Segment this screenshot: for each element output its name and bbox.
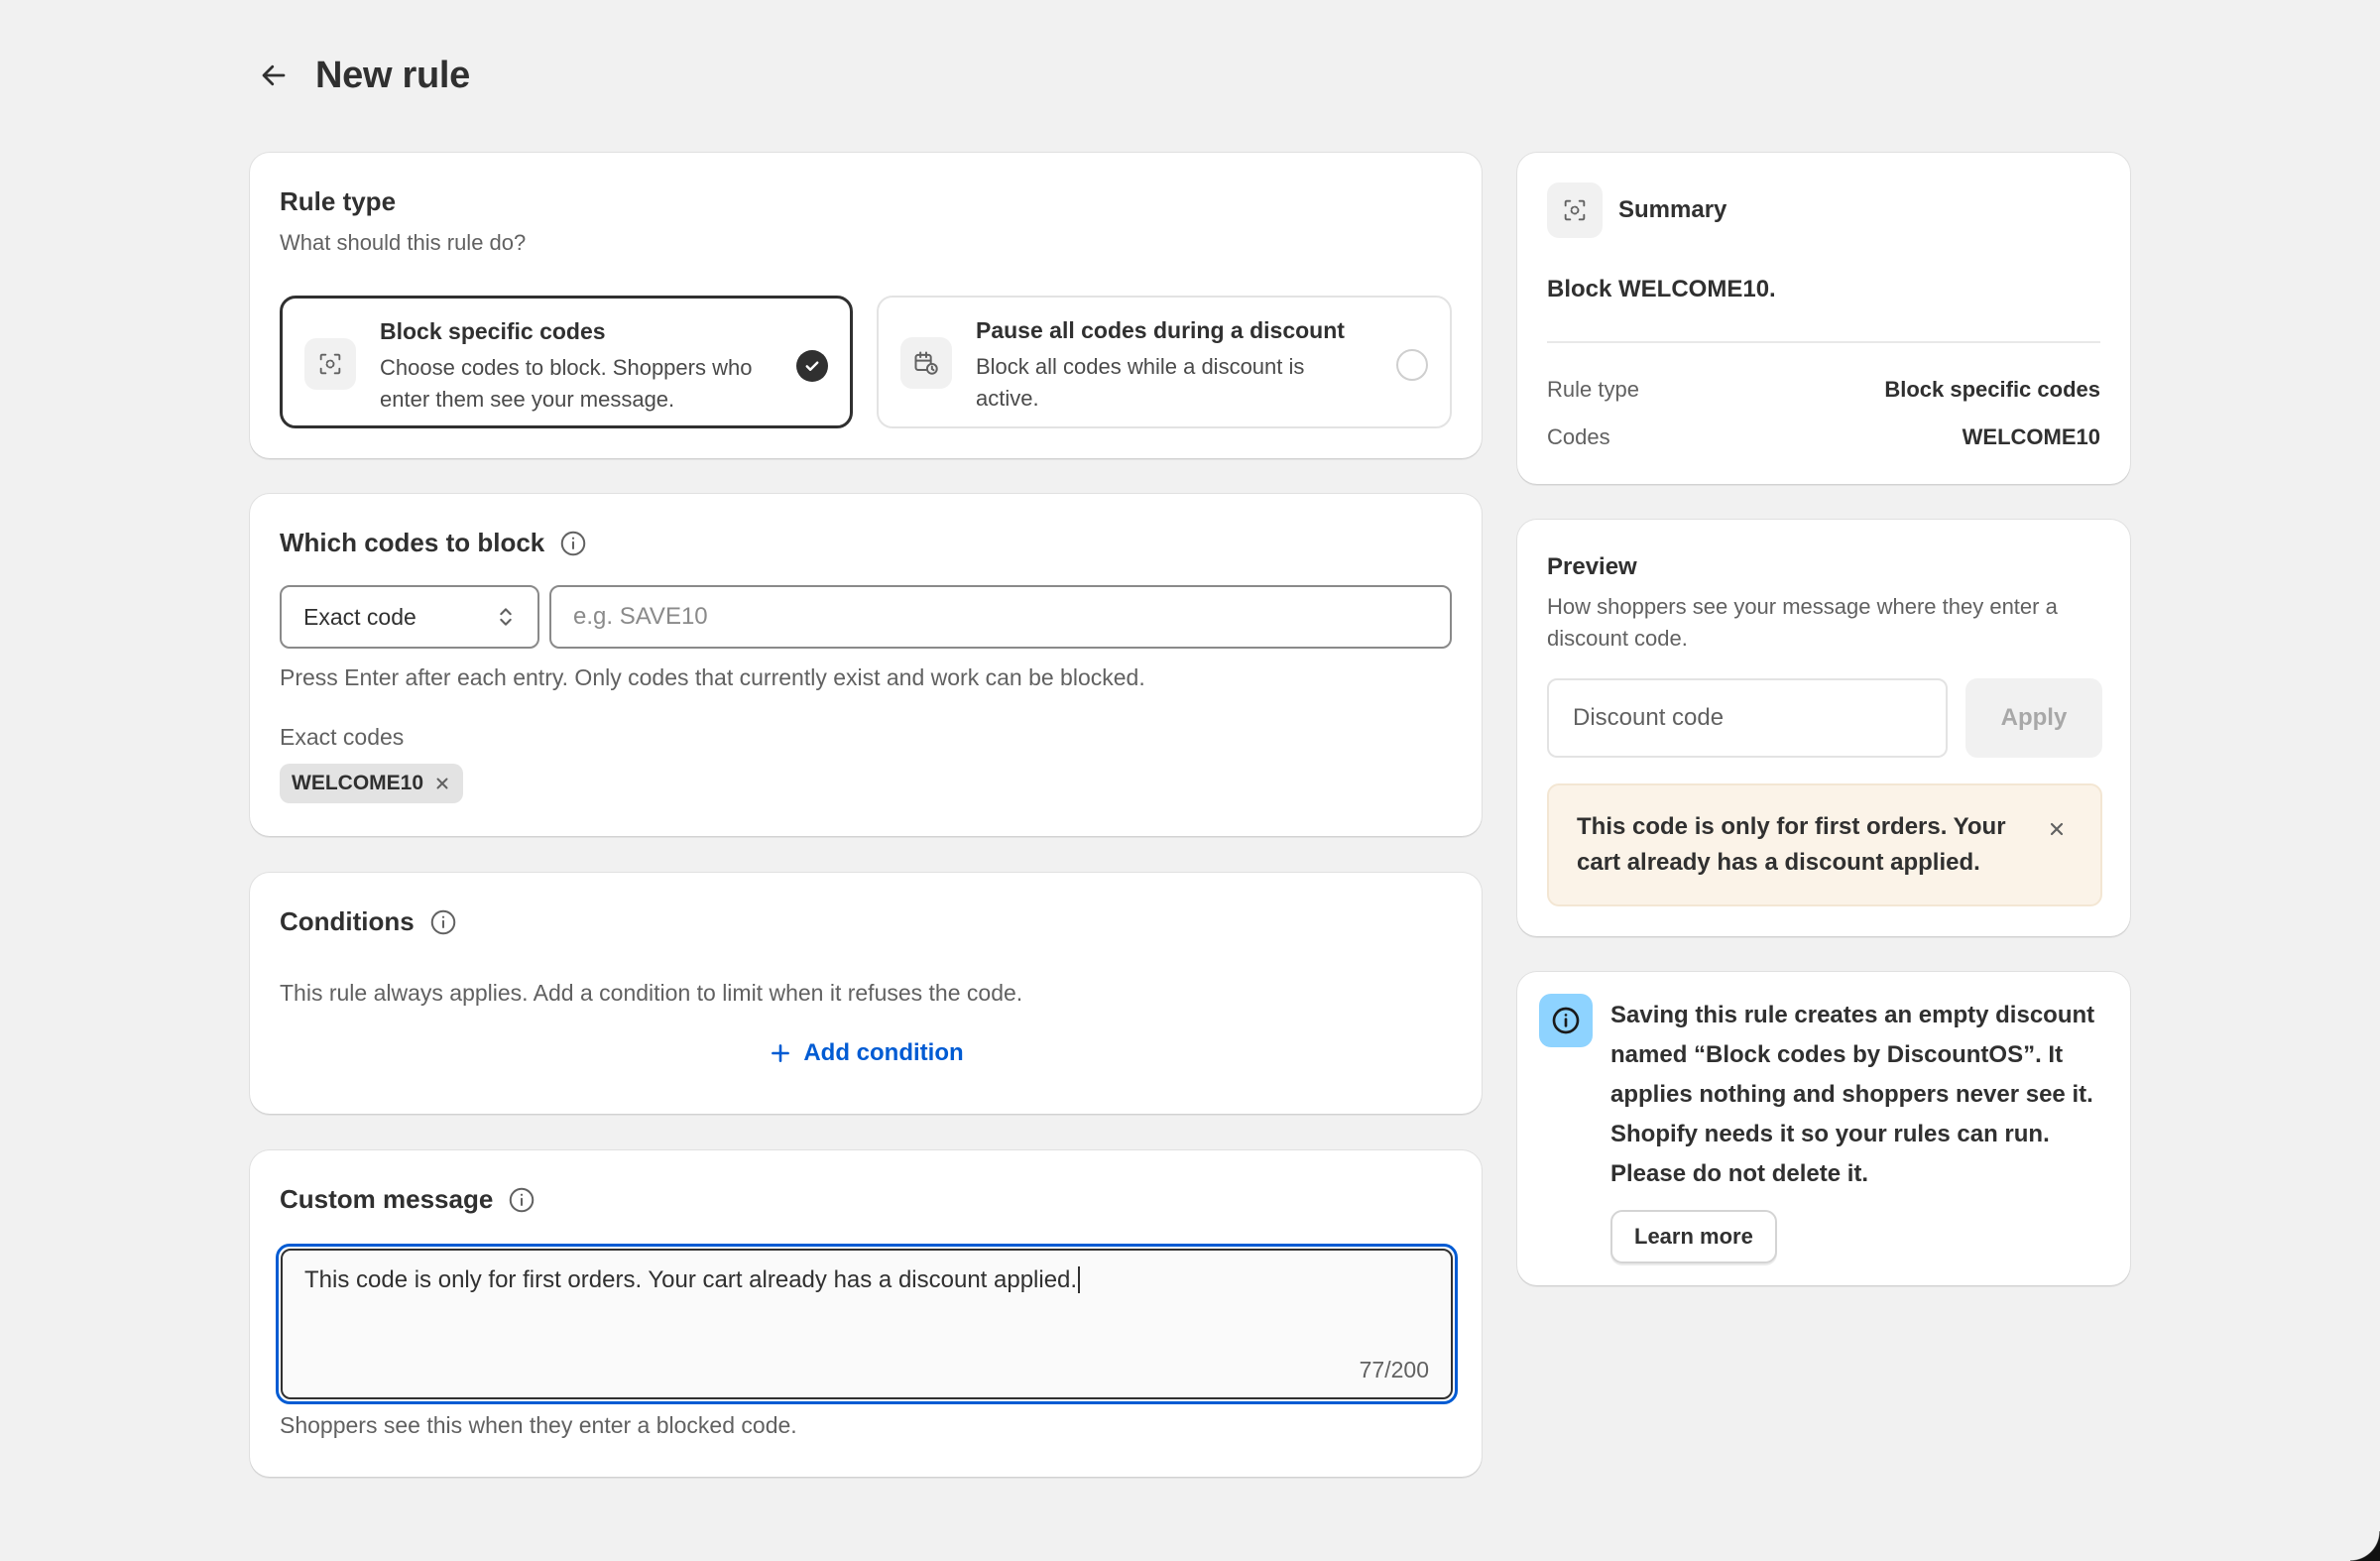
radio-unchecked[interactable] (1396, 349, 1428, 381)
conditions-card: Conditions This rule always applies. Add… (250, 873, 1482, 1114)
character-counter: 77/200 (1359, 1357, 1429, 1382)
summary-row-codes: Codes WELCOME10 (1547, 424, 2100, 450)
custom-message-heading: Custom message (280, 1184, 536, 1215)
info-icon[interactable] (428, 907, 458, 937)
preview-card: Preview How shoppers see your message wh… (1517, 520, 2130, 936)
info-icon[interactable] (558, 529, 588, 558)
custom-message-title: Custom message (280, 1184, 494, 1214)
arrow-left-icon (262, 64, 286, 86)
which-codes-heading: Which codes to block (280, 528, 588, 558)
code-input[interactable] (549, 585, 1452, 649)
message-field-focus-ring: This code is only for first orders. Your… (276, 1244, 1458, 1404)
info-text: Saving this rule creates an empty discou… (1610, 1002, 2095, 1187)
summary-key: Codes (1547, 424, 1610, 449)
info-icon (1539, 994, 1593, 1047)
summary-row-rule-type: Rule type Block specific codes (1547, 377, 2100, 403)
rule-type-subtitle: What should this rule do? (280, 230, 527, 255)
option-title: Block specific codes (380, 318, 606, 344)
rule-type-title: Rule type (280, 186, 397, 216)
codes-help-text: Press Enter after each entry. Only codes… (280, 664, 1145, 690)
option-pause-all-codes[interactable]: Pause all codes during a discount Block … (877, 296, 1452, 428)
radio-checked[interactable] (796, 350, 828, 382)
conditions-heading: Conditions (280, 906, 458, 937)
code-tag: WELCOME10 (280, 764, 464, 803)
exact-codes-label: Exact codes (280, 724, 405, 750)
add-condition-button[interactable]: Add condition (250, 1039, 1482, 1067)
chevron-up-down-icon (500, 608, 512, 626)
custom-message-value: This code is only for first orders. Your… (304, 1266, 1078, 1293)
summary-key: Rule type (1547, 377, 1639, 402)
rule-type-card: Rule type What should this rule do? Bloc… (250, 153, 1482, 458)
close-icon (436, 778, 448, 789)
option-description: Block all codes while a discount is acti… (976, 354, 1305, 411)
page-header: New rule (250, 44, 470, 107)
window-corner (2350, 1531, 2380, 1561)
notice-text: This code is only for first orders. Your… (1577, 813, 2006, 876)
preview-subtitle: How shoppers see your message where they… (1547, 594, 2058, 651)
info-card: Saving this rule creates an empty discou… (1517, 972, 2130, 1285)
scan-code-icon (1547, 182, 1603, 238)
scan-code-icon (304, 338, 356, 390)
remove-tag-button[interactable] (433, 775, 451, 792)
option-title: Pause all codes during a discount (976, 317, 1345, 343)
which-codes-title: Which codes to block (280, 528, 545, 557)
conditions-title: Conditions (280, 906, 415, 936)
close-icon (2050, 822, 2064, 836)
blocked-code-notice: This code is only for first orders. Your… (1547, 783, 2102, 906)
dismiss-notice-button[interactable] (2047, 819, 2067, 839)
info-icon[interactable] (507, 1185, 536, 1215)
page-title: New rule (315, 54, 470, 96)
plus-icon (772, 1044, 790, 1062)
calendar-clock-icon (900, 337, 952, 389)
custom-message-textarea[interactable]: This code is only for first orders. Your… (281, 1249, 1453, 1399)
match-type-select[interactable]: Exact code (280, 585, 539, 649)
summary-card: Summary Block WELCOME10. Rule type Block… (1517, 153, 2130, 484)
discount-code-input[interactable] (1547, 678, 1948, 758)
back-button[interactable] (250, 52, 298, 99)
custom-message-card: Custom message This code is only for fir… (250, 1150, 1482, 1477)
summary-value: WELCOME10 (1962, 424, 2100, 449)
summary-value: Block specific codes (1884, 377, 2100, 402)
checkmark-icon (805, 361, 819, 371)
option-description: Choose codes to block. Shoppers who ente… (380, 355, 753, 412)
divider (1547, 341, 2100, 343)
which-codes-card: Which codes to block Exact code Press En… (250, 494, 1482, 836)
conditions-description: This rule always applies. Add a conditio… (280, 980, 1023, 1006)
apply-button[interactable]: Apply (1965, 678, 2102, 758)
summary-title: Summary (1618, 196, 1727, 223)
match-type-value: Exact code (303, 603, 416, 630)
summary-line: Block WELCOME10. (1547, 276, 1776, 302)
learn-more-button[interactable]: Learn more (1610, 1210, 1777, 1263)
option-block-specific-codes[interactable]: Block specific codes Choose codes to blo… (280, 296, 853, 428)
preview-title: Preview (1547, 553, 1637, 580)
add-condition-label: Add condition (803, 1039, 964, 1066)
code-tag-label: WELCOME10 (292, 772, 424, 794)
custom-message-help: Shoppers see this when they enter a bloc… (280, 1412, 797, 1438)
